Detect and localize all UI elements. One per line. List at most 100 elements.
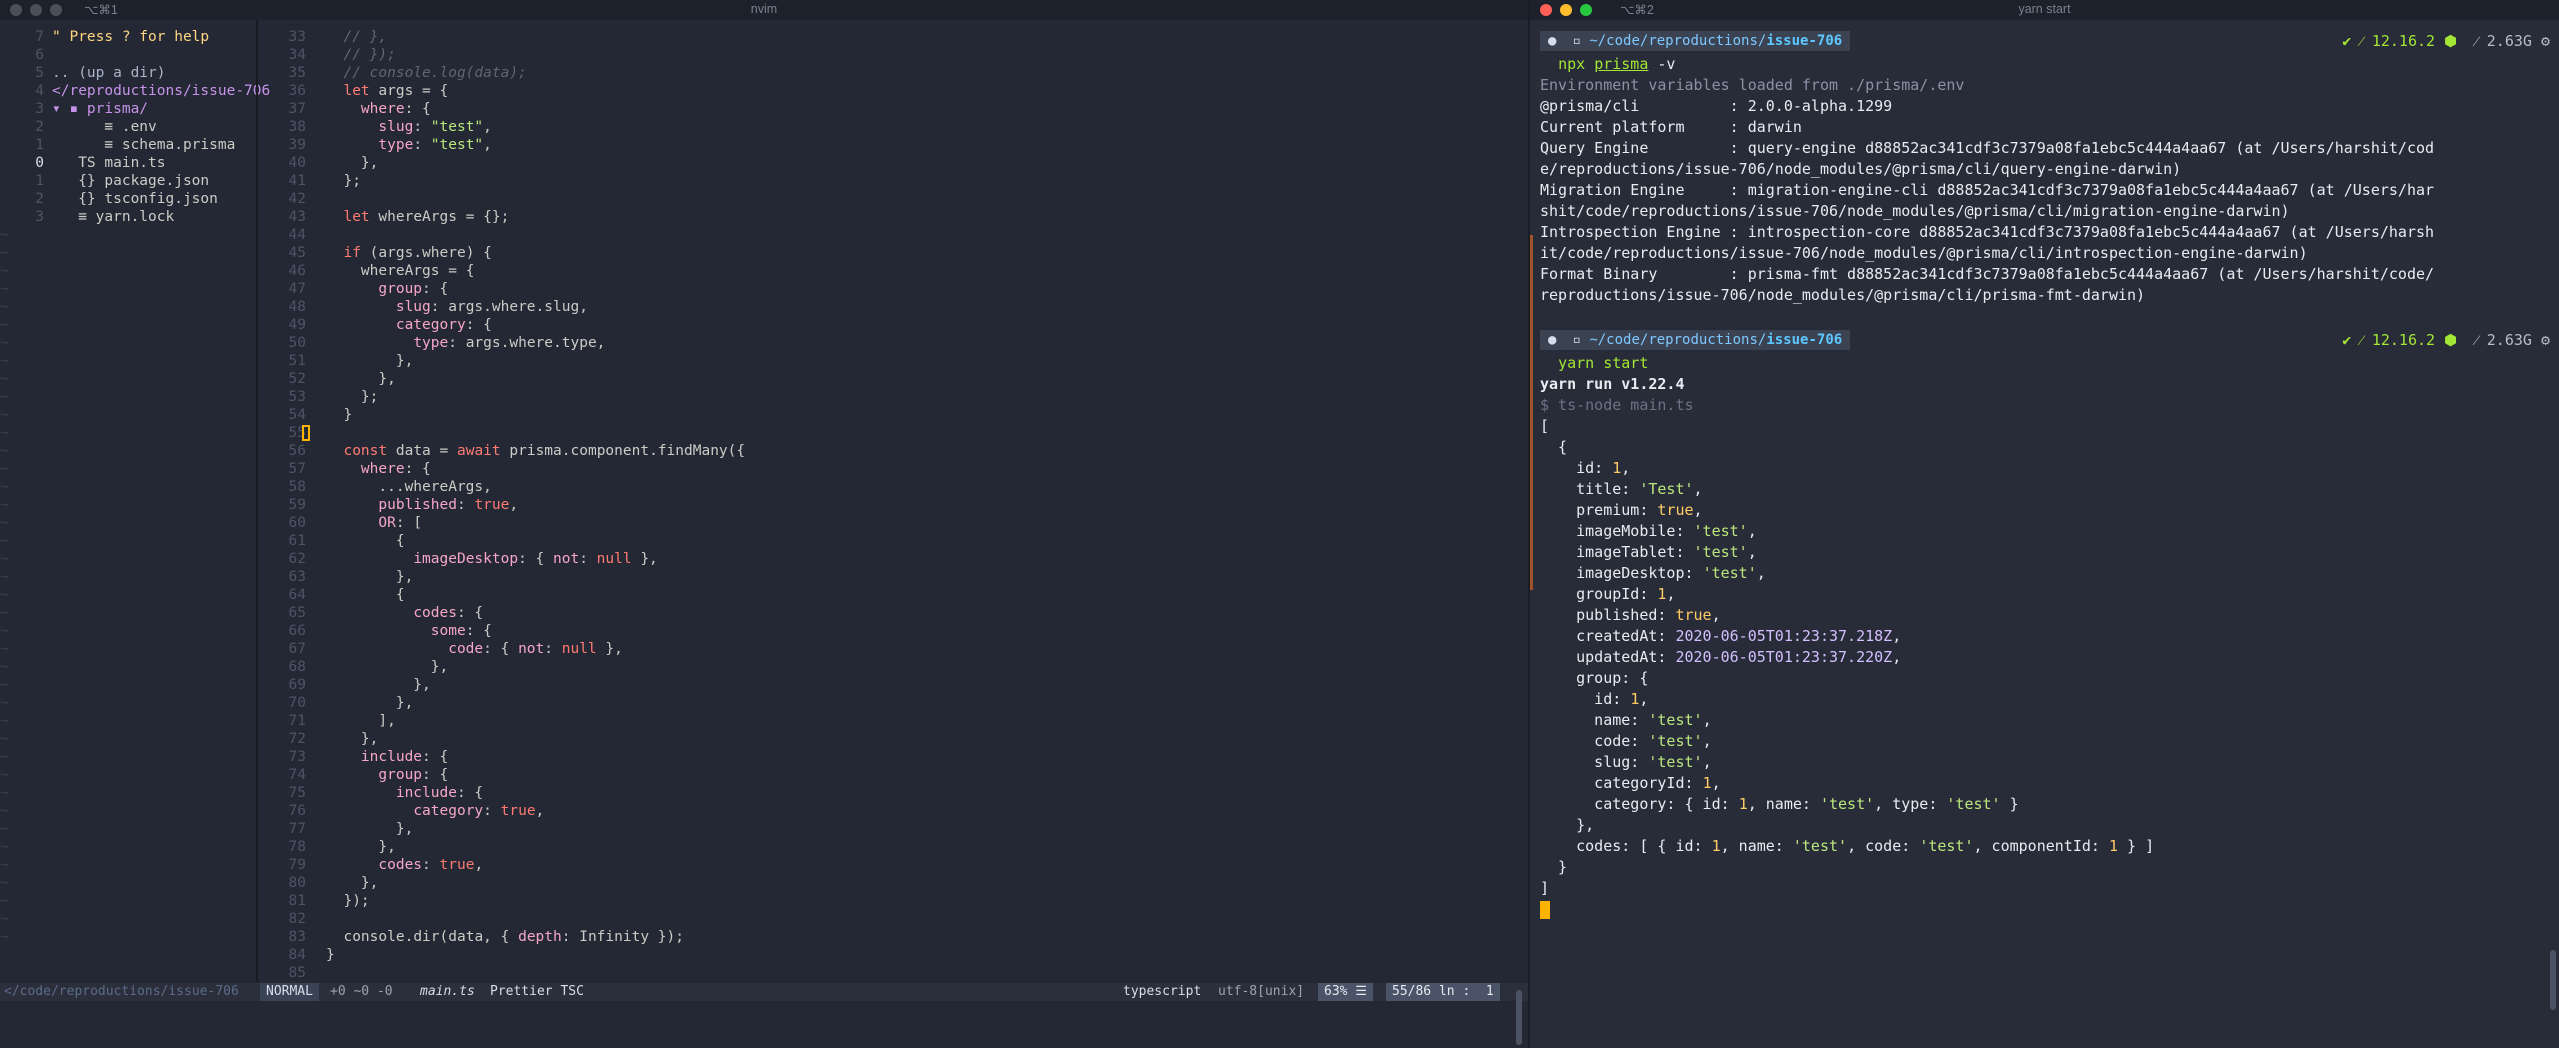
code-line[interactable]: 75 include: {	[270, 784, 1510, 802]
code-line[interactable]: 51 },	[270, 352, 1510, 370]
code-line[interactable]: 69 },	[270, 676, 1510, 694]
output-line: id: 1,	[1540, 690, 1649, 708]
code-line[interactable]: 64 {	[270, 586, 1510, 604]
code-line[interactable]: 54 }	[270, 406, 1510, 424]
code-line[interactable]: 74 group: {	[270, 766, 1510, 784]
code-line[interactable]: 36 let args = {	[270, 82, 1510, 100]
scrollbar[interactable]	[2550, 950, 2556, 1010]
code-text: some: {	[430, 623, 492, 639]
code-line[interactable]: 77 },	[270, 820, 1510, 838]
nerdtree-pane[interactable]: 7 " Press ? for help 6 5 .. (up a dir) 4 </rep…	[0, 28, 270, 978]
code-line[interactable]: 40 },	[270, 154, 1510, 172]
code-line[interactable]: 83 console.dir(data, { depth: Infinity }…	[270, 928, 1510, 946]
line-number: 53	[288, 389, 306, 405]
code-line[interactable]: 62 imageDesktop: { not: null },	[270, 550, 1510, 568]
code-line[interactable]: 84}	[270, 946, 1510, 964]
code-line[interactable]: 60 OR: [	[270, 514, 1510, 532]
code-line[interactable]: 67 code: { not: null },	[270, 640, 1510, 658]
code-line[interactable]: 61 {	[270, 532, 1510, 550]
line-number: 62	[288, 551, 306, 567]
code-line[interactable]: 59 published: true,	[270, 496, 1510, 514]
code-line[interactable]: 73 include: {	[270, 748, 1510, 766]
tree-item[interactable]: 3 ▾ ▪ prisma/	[0, 100, 256, 118]
output-line: updatedAt: 2020-06-05T01:23:37.220Z,	[1540, 648, 1902, 666]
code-line[interactable]: 38 slug: "test",	[270, 118, 1510, 136]
tree-item[interactable]: 3 ≡ yarn.lock	[0, 208, 256, 226]
code-line[interactable]: 80 },	[270, 874, 1510, 892]
code-line[interactable]: 52 },	[270, 370, 1510, 388]
empty-line-marker: ~	[0, 335, 9, 351]
code-line[interactable]: 68 },	[270, 658, 1510, 676]
tree-item[interactable]: 4 </reproductions/issue-706	[0, 82, 270, 100]
tree-item[interactable]: 5 .. (up a dir)	[0, 64, 256, 82]
tree-item[interactable]: 2 ≡ .env	[0, 118, 256, 136]
scrollbar[interactable]	[1516, 990, 1522, 1045]
code-text: codes: true,	[378, 857, 484, 873]
code-line[interactable]: 46 whereArgs = {	[270, 262, 1510, 280]
code-line[interactable]: 41 };	[270, 172, 1510, 190]
code-line[interactable]: 47 group: {	[270, 280, 1510, 298]
line-number: 54	[288, 407, 306, 423]
command-line: yarn start	[1558, 354, 1649, 372]
tree-item[interactable]: 1 {} package.json	[0, 172, 256, 190]
prompt-status: ✔ ⁄ 12.16.2 ⬢ ⁄ 2.63G ⚙	[2342, 330, 2550, 349]
code-line[interactable]: 66 some: {	[270, 622, 1510, 640]
empty-line-marker: ~	[0, 353, 9, 369]
terminal-output[interactable]: ● ▫ ~/code/reproductions/issue-706 ✔ ⁄ 12.…	[1540, 28, 2550, 920]
code-line[interactable]: 79 codes: true,	[270, 856, 1510, 874]
code-line[interactable]: 72 },	[270, 730, 1510, 748]
code-line[interactable]: 76 category: true,	[270, 802, 1510, 820]
code-line[interactable]: 39 type: "test",	[270, 136, 1510, 154]
code-line[interactable]: 65 codes: {	[270, 604, 1510, 622]
nvim-window: ⌥⌘1 nvim 7 " Press ? for help 6 5.. (up a d…	[0, 0, 1528, 1048]
apple-icon: ●	[1540, 330, 1565, 350]
code-line[interactable]: 44	[270, 226, 1510, 244]
empty-line-marker: ~	[0, 875, 9, 891]
code-line[interactable]: 82	[270, 910, 1510, 928]
code-line[interactable]: 37 where: {	[270, 100, 1510, 118]
relative-line-number: 3	[35, 209, 44, 225]
status-position: 55/86 ln : 1	[1386, 983, 1500, 1001]
code-line[interactable]: 57 where: {	[270, 460, 1510, 478]
code-line[interactable]: 70 },	[270, 694, 1510, 712]
code-line[interactable]: 71 ],	[270, 712, 1510, 730]
code-line[interactable]: 58 ...whereArgs,	[270, 478, 1510, 496]
code-line[interactable]: 48 slug: args.where.slug,	[270, 298, 1510, 316]
code-line[interactable]: 56 const data = await prisma.component.f…	[270, 442, 1510, 460]
code-editor-pane[interactable]: 33 // }, 34 // }); 35 // console.log(data)…	[270, 28, 1510, 981]
code-line[interactable]: 49 category: {	[270, 316, 1510, 334]
empty-line-marker: ~	[0, 533, 9, 549]
code-line[interactable]: 81 });	[270, 892, 1510, 910]
tree-item[interactable]: 1 ≡ schema.prisma	[0, 136, 256, 154]
tree-item[interactable]: 2 {} tsconfig.json	[0, 190, 256, 208]
code-line[interactable]: 33 // },	[270, 28, 1510, 46]
focus-indicator	[1530, 235, 1533, 590]
tree-item[interactable]: 7 " Press ? for help	[0, 28, 256, 46]
code-text: },	[326, 353, 414, 369]
code-text: const data = await prisma.component.find…	[343, 443, 746, 459]
tree-item[interactable]: 0 TS main.ts	[0, 154, 256, 172]
code-line[interactable]: 35 // console.log(data);	[270, 64, 1510, 82]
code-line[interactable]: 34 // });	[270, 46, 1510, 64]
code-text: codes: {	[413, 605, 484, 621]
code-line[interactable]: 50 type: args.where.type,	[270, 334, 1510, 352]
line-number: 71	[288, 713, 306, 729]
code-line[interactable]: 45 if (args.where) {	[270, 244, 1510, 262]
code-text: // });	[326, 47, 396, 63]
shell-prompt: ● ▫ ~/code/reproductions/issue-706 ✔ ⁄ 12.…	[1540, 327, 2550, 353]
code-text: OR: [	[378, 515, 423, 531]
line-number: 64	[288, 587, 306, 603]
output-line: categoryId: 1,	[1540, 774, 1721, 792]
line-number: 40	[288, 155, 306, 171]
text-cursor	[302, 425, 310, 441]
code-line[interactable]: 55	[270, 424, 1510, 442]
code-line[interactable]: 42	[270, 190, 1510, 208]
code-line[interactable]: 53 };	[270, 388, 1510, 406]
code-line[interactable]: 85	[270, 964, 1510, 982]
empty-line-marker: ~	[0, 551, 9, 567]
code-line[interactable]: 78 },	[270, 838, 1510, 856]
code-line[interactable]: 63 },	[270, 568, 1510, 586]
vertical-split-divider[interactable]	[256, 20, 258, 982]
line-number: 63	[288, 569, 306, 585]
code-line[interactable]: 43 let whereArgs = {};	[270, 208, 1510, 226]
